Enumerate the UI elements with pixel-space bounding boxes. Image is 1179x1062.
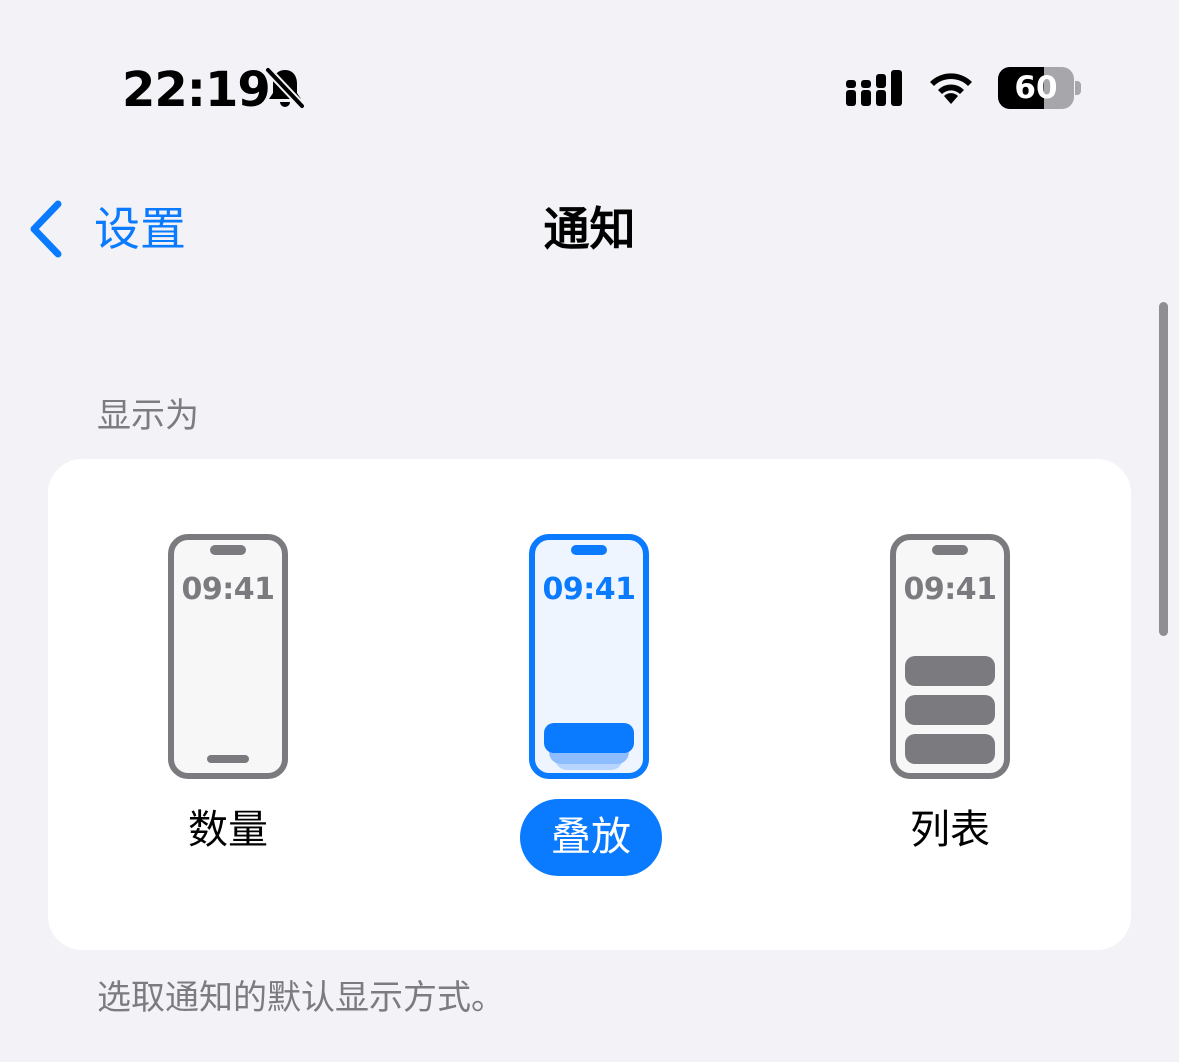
- section-footer: 选取通知的默认显示方式。: [97, 978, 505, 1018]
- option-list[interactable]: 09:41 列表: [890, 534, 1010, 853]
- dynamic-island: [210, 545, 246, 555]
- status-bar: 22:19 60: [0, 0, 1179, 180]
- stacked-notification-front: [544, 723, 634, 753]
- battery-body: 60: [998, 67, 1074, 109]
- option-label-stack-selected: 叠放: [520, 799, 662, 876]
- battery-nub: [1075, 81, 1081, 95]
- cellular-signal-icon: [846, 70, 902, 106]
- option-label-count: 数量: [188, 807, 268, 853]
- scroll-indicator[interactable]: [1159, 302, 1168, 636]
- page-title: 通知: [543, 202, 636, 256]
- phone-preview-stack: 09:41: [529, 534, 649, 779]
- list-notification: [905, 656, 995, 686]
- bell-slash-icon: [264, 66, 306, 110]
- battery-percentage: 60: [1014, 70, 1058, 106]
- phone-preview-count: 09:41: [168, 534, 288, 779]
- option-count[interactable]: 09:41 数量: [168, 534, 288, 853]
- list-notification: [905, 734, 995, 764]
- battery-icon: 60: [998, 67, 1082, 109]
- phone-preview-list: 09:41: [890, 534, 1010, 779]
- display-style-card: 09:41 数量 09:41 叠放 09:41 列表: [48, 459, 1131, 950]
- preview-clock: 09:41: [181, 572, 276, 607]
- dynamic-island: [571, 545, 607, 555]
- home-indicator: [207, 755, 249, 763]
- dynamic-island: [932, 545, 968, 555]
- list-notification: [905, 695, 995, 725]
- status-time: 22:19: [122, 62, 271, 118]
- section-header: 显示为: [97, 396, 199, 436]
- preview-clock: 09:41: [903, 572, 998, 607]
- option-stack[interactable]: 09:41 叠放: [520, 534, 662, 876]
- option-label-list: 列表: [910, 807, 990, 853]
- wifi-icon: [930, 73, 972, 104]
- preview-clock: 09:41: [542, 572, 637, 607]
